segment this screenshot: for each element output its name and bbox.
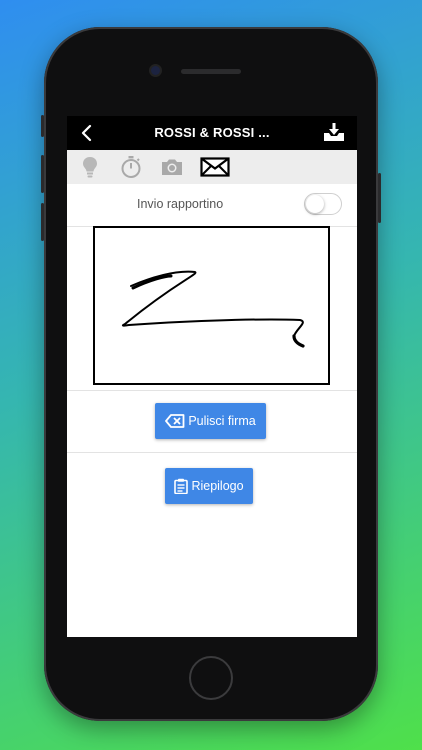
front-camera — [151, 66, 160, 75]
signature-pad[interactable] — [93, 226, 330, 385]
camera-icon[interactable] — [160, 155, 184, 179]
download-tray-icon[interactable] — [323, 122, 345, 142]
tab-toolbar — [67, 150, 357, 184]
signature-stroke — [121, 270, 305, 348]
envelope-icon[interactable] — [200, 155, 230, 179]
page-title: ROSSI & ROSSI ... — [154, 125, 270, 140]
power-button — [378, 173, 381, 223]
divider — [67, 452, 357, 453]
mute-switch — [41, 115, 44, 137]
summary-button[interactable]: Riepilogo — [165, 468, 253, 504]
lightbulb-icon[interactable] — [78, 155, 102, 179]
send-report-label: Invio rapportino — [137, 197, 224, 211]
chevron-left-icon[interactable] — [77, 123, 97, 143]
volume-up-button — [41, 155, 44, 193]
clear-signature-button[interactable]: Pulisci firma — [155, 403, 266, 439]
home-button — [189, 656, 233, 700]
toggle-knob — [306, 195, 324, 213]
send-report-toggle[interactable] — [304, 193, 342, 215]
volume-down-button — [41, 203, 44, 241]
clear-signature-label: Pulisci firma — [188, 414, 256, 428]
backspace-icon — [165, 414, 185, 428]
summary-label: Riepilogo — [191, 479, 244, 493]
clipboard-icon — [174, 478, 189, 494]
divider — [67, 390, 357, 391]
app-header: ROSSI & ROSSI ... — [67, 116, 357, 150]
app-screen: ROSSI & ROSSI ... Invio rapportino Pulis… — [67, 116, 357, 637]
send-report-row: Invio rapportino — [67, 184, 357, 227]
stopwatch-icon[interactable] — [119, 155, 143, 179]
earpiece-speaker — [181, 69, 241, 74]
